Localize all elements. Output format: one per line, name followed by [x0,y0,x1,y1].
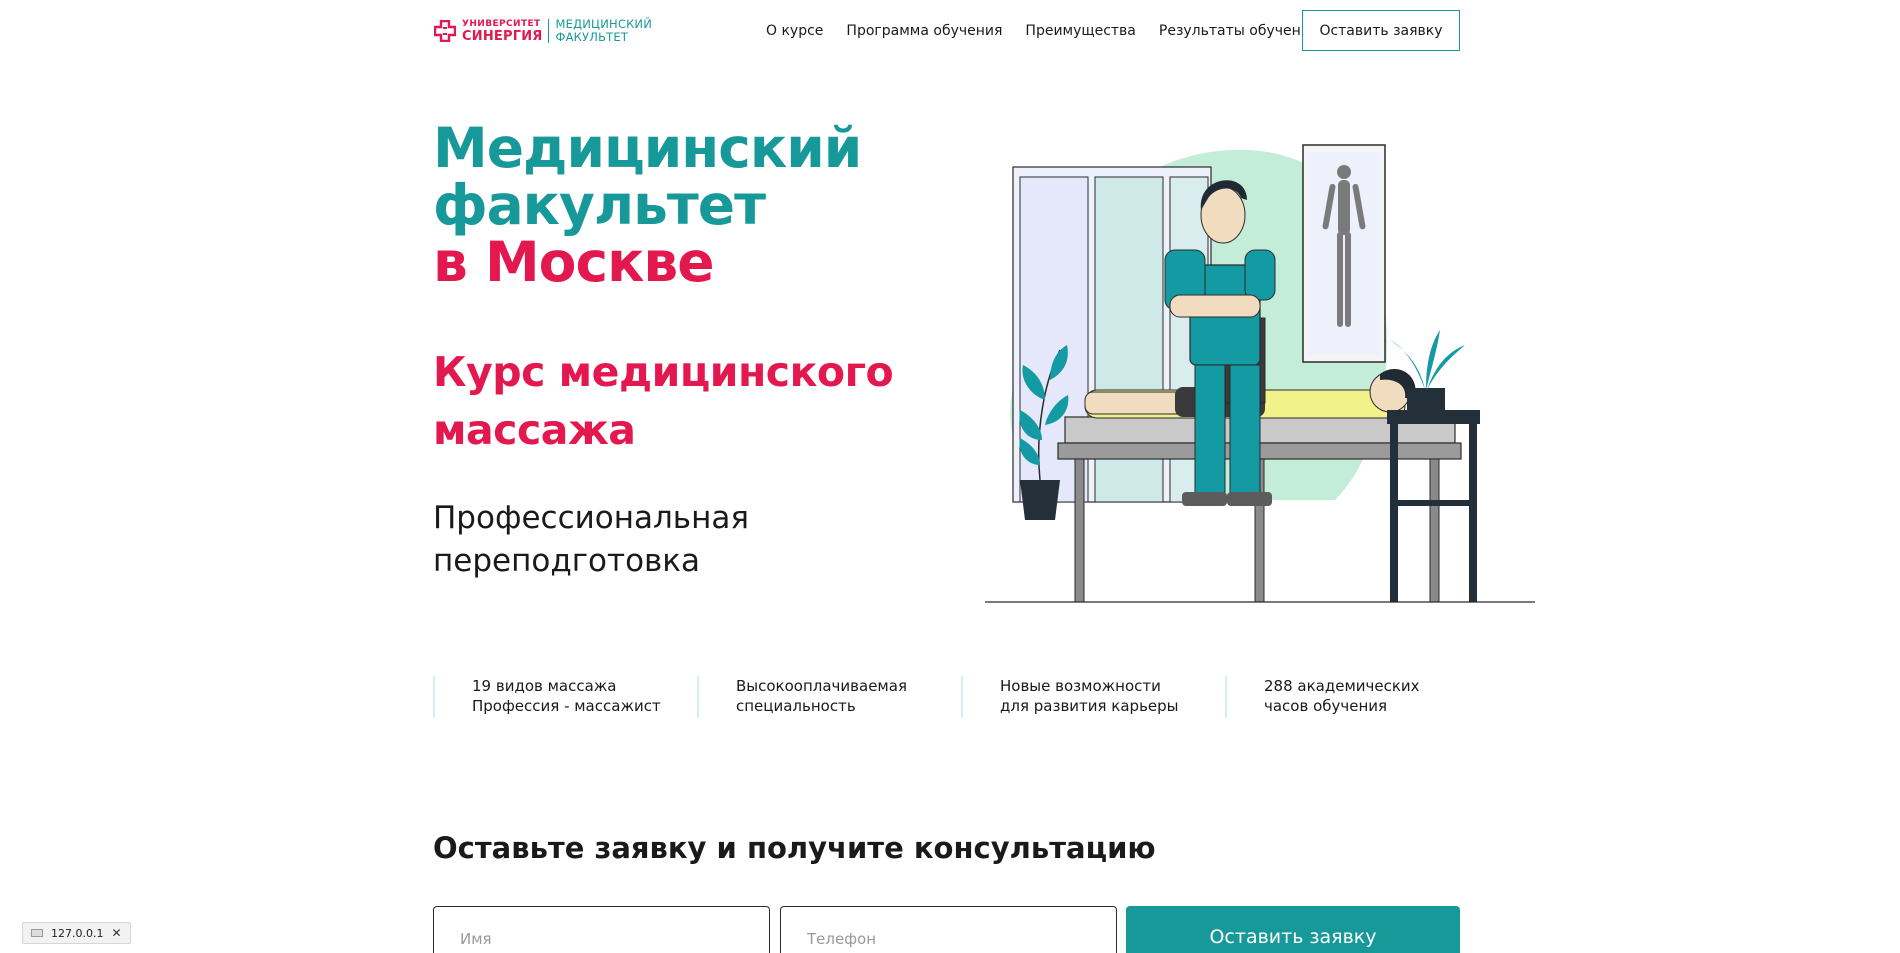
connection-icon [31,929,43,937]
logo[interactable]: УНИВЕРСИТЕТ СИНЕРГИЯ МЕДИЦИНСКИЙ ФАКУЛЬТ… [434,16,652,46]
massage-illustration [985,144,1535,603]
hero-title-line-1: Медицинский [433,116,862,180]
status-host: 127.0.0.1 [51,926,104,940]
feature-line-2: специальность [736,697,856,715]
logo-faculty-line-1: МЕДИЦИНСКИЙ [555,16,653,31]
header-apply-button[interactable]: Оставить заявку [1302,10,1460,51]
hero-title-line-2: факультет [433,173,766,237]
feature-line-2: для развития карьеры [1000,697,1179,715]
close-icon[interactable]: ✕ [111,926,121,940]
hero-subtitle: Профессиональная переподготовка [433,500,749,579]
course-title: Курс медицинского массажа [433,348,894,454]
feature-item: Высокооплачиваемая специальность [697,676,961,718]
nav-item-advantages[interactable]: Преимущества [1025,23,1135,39]
nav-item-results[interactable]: Результаты обучения [1159,23,1318,39]
main-nav: О курсе Программа обучения Преимущества … [766,10,1318,52]
nav-item-program[interactable]: Программа обучения [846,23,1002,39]
feature-item: 288 академических часов обучения [1225,676,1489,718]
status-bubble: 127.0.0.1 ✕ [22,922,131,944]
feature-line-2: Профессия - массажист [472,697,661,715]
feature-line-1: 19 видов массажа [472,677,617,695]
feature-item: 19 видов массажа Профессия - массажист [433,676,697,718]
features-list: 19 видов массажа Профессия - массажист В… [433,676,1493,720]
logo-university-text: УНИВЕРСИТЕТ СИНЕРГИЯ [462,18,543,44]
feature-item: Новые возможности для развития карьеры [961,676,1225,718]
feature-line-1: Высокооплачиваемая [736,677,907,695]
logo-faculty-line-2: ФАКУЛЬТЕТ [555,30,629,44]
site-header: УНИВЕРСИТЕТ СИНЕРГИЯ МЕДИЦИНСКИЙ ФАКУЛЬТ… [434,10,1460,52]
hero-title: Медицинский факультет в Москве [433,116,862,294]
hero-title-line-3: в Москве [433,230,715,294]
phone-input[interactable] [780,906,1117,953]
logo-line-1: УНИВЕРСИТЕТ [462,18,541,29]
feature-line-1: Новые возможности [1000,677,1161,695]
form-submit-button[interactable]: Оставить заявку [1126,906,1460,953]
synergy-logo-icon [434,20,456,42]
logo-divider [548,19,550,43]
nav-item-about[interactable]: О курсе [766,23,823,39]
logo-faculty-text: МЕДИЦИНСКИЙ ФАКУЛЬТЕТ [555,16,653,44]
name-input[interactable] [433,906,770,953]
form-title: Оставьте заявку и получите консультацию [433,831,1156,865]
feature-line-2: часов обучения [1264,697,1388,715]
consultation-form: Оставить заявку [433,906,1460,953]
feature-line-1: 288 академических [1264,677,1420,695]
logo-line-2: СИНЕРГИЯ [462,28,543,44]
